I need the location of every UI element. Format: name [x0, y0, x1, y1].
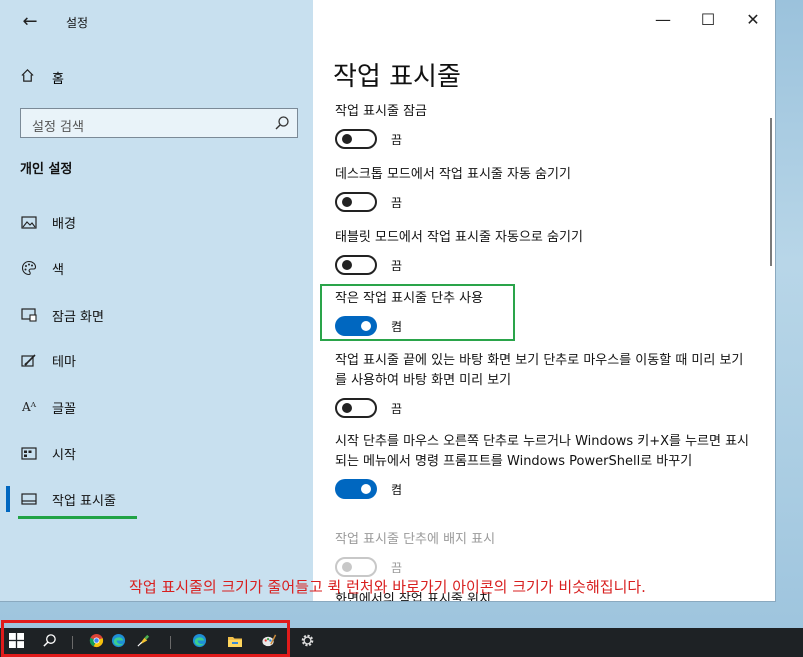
- sidebar-item-color[interactable]: 색: [20, 256, 64, 280]
- autohide-tablet-toggle[interactable]: [335, 255, 377, 275]
- scrollbar[interactable]: [770, 118, 772, 266]
- annotation-caption: 작업 표시줄의 크기가 줄어들고 퀵 런처와 바로가기 아이콘의 크기가 비슷해…: [129, 578, 646, 596]
- sidebar-item-fonts[interactable]: Aᴬ 글꼴: [20, 395, 76, 419]
- lock-taskbar-toggle[interactable]: [335, 129, 377, 149]
- setting-label: 작은 작업 표시줄 단추 사용: [335, 291, 484, 306]
- theme-brush-icon: [20, 352, 38, 368]
- setting-powershell: 시작 단추를 마우스 오른쪽 단추로 누르거나 Windows 키+X를 누르면…: [335, 432, 755, 500]
- back-arrow-icon: ←: [22, 11, 38, 32]
- toggle-state: 끔: [391, 401, 403, 416]
- setting-badges: 작업 표시줄 단추에 배지 표시 끔: [335, 530, 755, 578]
- setting-label: 데스크톱 모드에서 작업 표시줄 자동 숨기기: [335, 167, 571, 182]
- annotation-taskbar-highlight: [1, 620, 290, 657]
- powershell-toggle[interactable]: [335, 479, 377, 499]
- settings-gear-icon: [300, 633, 315, 652]
- font-icon: Aᴬ: [21, 400, 37, 414]
- toggle-state: 켬: [391, 482, 403, 497]
- close-button[interactable]: ✕: [743, 10, 763, 29]
- page-title: 작업 표시줄: [333, 62, 461, 92]
- peek-toggle[interactable]: [335, 398, 377, 418]
- home-icon: [20, 68, 38, 87]
- sidebar-item-label: 글꼴: [52, 401, 76, 417]
- minimize-button[interactable]: —: [653, 10, 673, 29]
- settings-window: ← 설정 홈 설정 검색 개인 설정 배경 색 잠금 화면 테마 Aᴬ 글꼴 시…: [0, 0, 775, 601]
- sidebar-item-label: 색: [52, 262, 64, 278]
- toggle-state: 켬: [391, 319, 403, 334]
- sidebar-item-taskbar[interactable]: 작업 표시줄: [20, 487, 116, 511]
- taskbar-settings[interactable]: [294, 628, 320, 657]
- small-buttons-toggle[interactable]: [335, 316, 377, 336]
- sidebar-item-label: 테마: [52, 354, 76, 370]
- toggle-state: 끔: [391, 195, 403, 210]
- search-icon: [274, 115, 290, 131]
- sidebar-item-label: 작업 표시줄: [52, 493, 116, 509]
- badges-toggle: [335, 557, 377, 577]
- sidebar-item-home[interactable]: 홈: [20, 66, 64, 88]
- setting-autohide-desktop: 데스크톱 모드에서 작업 표시줄 자동 숨기기 끔: [335, 165, 755, 213]
- setting-label: 작업 표시줄 잠금: [335, 104, 427, 119]
- sidebar-item-lock-screen[interactable]: 잠금 화면: [20, 303, 104, 327]
- home-label: 홈: [52, 71, 64, 87]
- start-icon: [20, 445, 38, 461]
- setting-label: 태블릿 모드에서 작업 표시줄 자동으로 숨기기: [335, 230, 583, 245]
- setting-small-buttons: 작은 작업 표시줄 단추 사용 켬: [335, 289, 755, 337]
- search-placeholder: 설정 검색: [32, 120, 84, 135]
- sidebar-item-label: 시작: [52, 447, 76, 463]
- sidebar-item-label: 배경: [52, 216, 76, 232]
- app-title: 설정: [66, 16, 89, 30]
- setting-label: 시작 단추를 마우스 오른쪽 단추로 누르거나 Windows 키+X를 누르면…: [335, 434, 750, 469]
- lock-screen-icon: [20, 307, 38, 323]
- setting-peek: 작업 표시줄 끝에 있는 바탕 화면 보기 단추로 마우스를 이동할 때 미리 …: [335, 351, 755, 419]
- maximize-button[interactable]: ☐: [698, 10, 718, 29]
- selection-indicator: [6, 486, 10, 512]
- sidebar-item-start[interactable]: 시작: [20, 441, 76, 465]
- sidebar: ← 설정 홈 설정 검색 개인 설정 배경 색 잠금 화면 테마 Aᴬ 글꼴 시…: [0, 0, 313, 601]
- annotation-underline: [18, 516, 137, 519]
- setting-autohide-tablet: 태블릿 모드에서 작업 표시줄 자동으로 숨기기 끔: [335, 228, 755, 276]
- sidebar-item-label: 잠금 화면: [52, 309, 104, 325]
- sidebar-item-theme[interactable]: 테마: [20, 348, 76, 372]
- close-icon: ✕: [746, 10, 760, 29]
- sidebar-item-background[interactable]: 배경: [20, 210, 76, 234]
- toggle-state: 끔: [391, 560, 403, 575]
- minimize-icon: —: [655, 10, 671, 29]
- autohide-desktop-toggle[interactable]: [335, 192, 377, 212]
- setting-lock-taskbar: 작업 표시줄 잠금 끔: [335, 102, 755, 150]
- palette-icon: [20, 260, 38, 276]
- group-title: 개인 설정: [20, 162, 73, 177]
- taskbar-icon: [20, 491, 38, 507]
- toggle-state: 끔: [391, 132, 403, 147]
- maximize-icon: ☐: [700, 10, 716, 29]
- main-content: — ☐ ✕ 작업 표시줄 작업 표시줄 잠금 끔 데스크톱 모드에서 작업 표시…: [313, 0, 775, 601]
- sidebar-header: ← 설정: [0, 0, 313, 44]
- back-button[interactable]: ←: [18, 10, 42, 34]
- settings-search-input[interactable]: 설정 검색: [20, 108, 298, 138]
- setting-label: 작업 표시줄 단추에 배지 표시: [335, 532, 496, 547]
- picture-icon: [20, 214, 38, 230]
- setting-label: 작업 표시줄 끝에 있는 바탕 화면 보기 단추로 마우스를 이동할 때 미리 …: [335, 353, 744, 388]
- toggle-state: 끔: [391, 258, 403, 273]
